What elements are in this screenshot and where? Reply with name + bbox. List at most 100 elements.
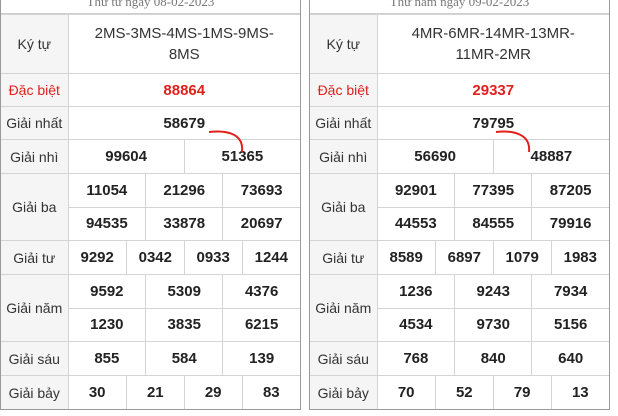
row-dac-biet: Đặc biệt 88864	[1, 73, 300, 107]
third-prize-cell: 11054 21296 73693 94535 33878 20697	[67, 173, 300, 241]
province-codes: 4MR-6MR-14MR-13MR- 11MR-2MR	[376, 14, 609, 74]
prize-number: 21	[125, 376, 185, 409]
fourth-prize-cell: 8589 6897 1079 1983	[376, 240, 609, 275]
row-label: Giải sáu	[310, 341, 378, 376]
prize-number: 768	[403, 350, 429, 367]
prize-number: 3835	[145, 307, 223, 341]
prize-number: 0342	[125, 241, 185, 274]
row-label: Đặc biệt	[310, 73, 378, 107]
prize-number: 20697	[222, 206, 300, 240]
row-giai-sau: Giải sáu 855 584 139	[1, 341, 300, 376]
prize-number: 79	[492, 376, 552, 409]
fourth-prize-cell: 9292 0342 0933 1244	[67, 240, 300, 275]
row-giai-sau: Giải sáu 768 840 640	[310, 341, 609, 376]
fifth-prize-cell: 1236 9243 7934 4534 9730 5156	[376, 274, 609, 342]
sixth-prize-cell: 768 840 640	[376, 341, 609, 376]
row-label: Giải sáu	[1, 341, 69, 376]
special-prize-number: 88864	[67, 73, 300, 107]
row-ky-tu: Ký tự 2MS-3MS-4MS-1MS-9MS- 8MS	[1, 14, 300, 74]
row-label: Giải bảy	[310, 375, 378, 409]
prize-number: 51365	[183, 140, 300, 173]
province-codes-line2: 11MR-2MR	[455, 46, 532, 63]
row-label: Giải ba	[310, 173, 378, 241]
row-giai-nhat: Giải nhất 58679	[1, 106, 300, 140]
prize-number: 1230	[68, 307, 146, 341]
row-giai-nhat: Giải nhất 79795	[310, 106, 609, 140]
prize-number: 83	[241, 376, 300, 409]
prize-number: 11054	[86, 181, 128, 199]
row-giai-nam: Giải năm 1236 9243 7934 4534 9730 5156	[310, 274, 609, 342]
date-title: Thứ tư ngày 08-02-2023	[86, 0, 215, 9]
prize-number: 9292	[80, 249, 114, 266]
row-label: Giải nhất	[310, 106, 378, 140]
prize-number: 94535	[68, 206, 146, 240]
row-giai-bay: Giải bảy 70 52 79 13	[310, 375, 609, 409]
date-title: Thứ năm ngày 09-02-2023	[389, 0, 530, 9]
results-table: Ký tự 2MS-3MS-4MS-1MS-9MS- 8MS Đặc biệt …	[1, 14, 300, 409]
row-label: Giải bảy	[1, 375, 69, 409]
prize-number: 44553	[377, 206, 455, 240]
prize-number: 21296	[145, 174, 223, 207]
row-ky-tu: Ký tự 4MR-6MR-14MR-13MR- 11MR-2MR	[310, 14, 609, 74]
prize-number: 56690	[414, 148, 456, 165]
seventh-prize-cell: 30 21 29 83	[67, 375, 300, 409]
row-giai-ba: Giải ba 92901 77395 87205 44553 84555 79…	[310, 173, 609, 241]
prize-number: 30	[88, 384, 106, 401]
prize-number: 99604	[105, 148, 147, 165]
row-giai-tu: Giải tư 8589 6897 1079 1983	[310, 240, 609, 275]
prize-number: 87205	[531, 174, 609, 207]
row-label: Giải nhì	[1, 139, 69, 174]
prize-number: 5156	[531, 307, 609, 341]
results-panel-left: Thứ tư ngày 08-02-2023 Ký tự 2MS-3MS-4MS…	[0, 0, 301, 410]
prize-number: 33878	[145, 206, 223, 240]
row-giai-ba: Giải ba 11054 21296 73693 94535 33878 20…	[1, 173, 300, 241]
second-prize-cell: 56690 48887	[376, 139, 609, 174]
third-prize-cell: 92901 77395 87205 44553 84555 79916	[376, 173, 609, 241]
prize-number: 9592	[90, 282, 124, 300]
prize-number: 1244	[241, 241, 300, 274]
row-giai-bay: Giải bảy 30 21 29 83	[1, 375, 300, 409]
sixth-prize-cell: 855 584 139	[67, 341, 300, 376]
prize-number: 77395	[454, 174, 532, 207]
prize-number: 1236	[399, 282, 433, 300]
prize-number: 6215	[222, 307, 300, 341]
province-codes-line1: 4MR-6MR-14MR-13MR-	[411, 25, 575, 42]
row-label: Đặc biệt	[1, 73, 69, 107]
prize-number: 92901	[394, 181, 437, 199]
row-dac-biet: Đặc biệt 29337	[310, 73, 609, 107]
prize-number: 13	[550, 376, 609, 409]
prize-number: 855	[94, 350, 120, 367]
row-label: Ký tự	[310, 14, 378, 74]
prize-number: 5309	[145, 275, 223, 308]
seventh-prize-cell: 70 52 79 13	[376, 375, 609, 409]
results-panel-right: Thứ năm ngày 09-02-2023 Ký tự 4MR-6MR-14…	[309, 0, 610, 410]
prize-number: 29	[183, 376, 243, 409]
row-label: Giải năm	[1, 274, 69, 342]
prize-number: 84555	[454, 206, 532, 240]
row-label: Giải nhì	[310, 139, 378, 174]
prize-number: 139	[222, 342, 300, 375]
second-prize-cell: 99604 51365	[67, 139, 300, 174]
row-giai-nam: Giải năm 9592 5309 4376 1230 3835 6215	[1, 274, 300, 342]
row-label: Giải năm	[310, 274, 378, 342]
prize-number: 4534	[377, 307, 455, 341]
province-codes-line1: 2MS-3MS-4MS-1MS-9MS-	[94, 25, 274, 42]
row-giai-nhi: Giải nhì 99604 51365	[1, 139, 300, 174]
prize-number: 70	[397, 384, 415, 401]
row-giai-nhi: Giải nhì 56690 48887	[310, 139, 609, 174]
prize-number: 48887	[492, 140, 609, 173]
first-prize-number: 58679	[67, 106, 300, 140]
prize-number: 1079	[492, 241, 552, 274]
prize-number: 840	[454, 342, 532, 375]
prize-number: 7934	[531, 275, 609, 308]
province-codes: 2MS-3MS-4MS-1MS-9MS- 8MS	[67, 14, 300, 74]
row-label: Ký tự	[1, 14, 69, 74]
prize-number: 9243	[454, 275, 532, 308]
prize-number: 8589	[389, 249, 423, 266]
prize-number: 52	[434, 376, 494, 409]
results-table: Ký tự 4MR-6MR-14MR-13MR- 11MR-2MR Đặc bi…	[310, 14, 609, 409]
row-label: Giải tư	[310, 240, 378, 275]
row-label: Giải tư	[1, 240, 69, 275]
row-label: Giải ba	[1, 173, 69, 241]
prize-number: 6897	[434, 241, 494, 274]
